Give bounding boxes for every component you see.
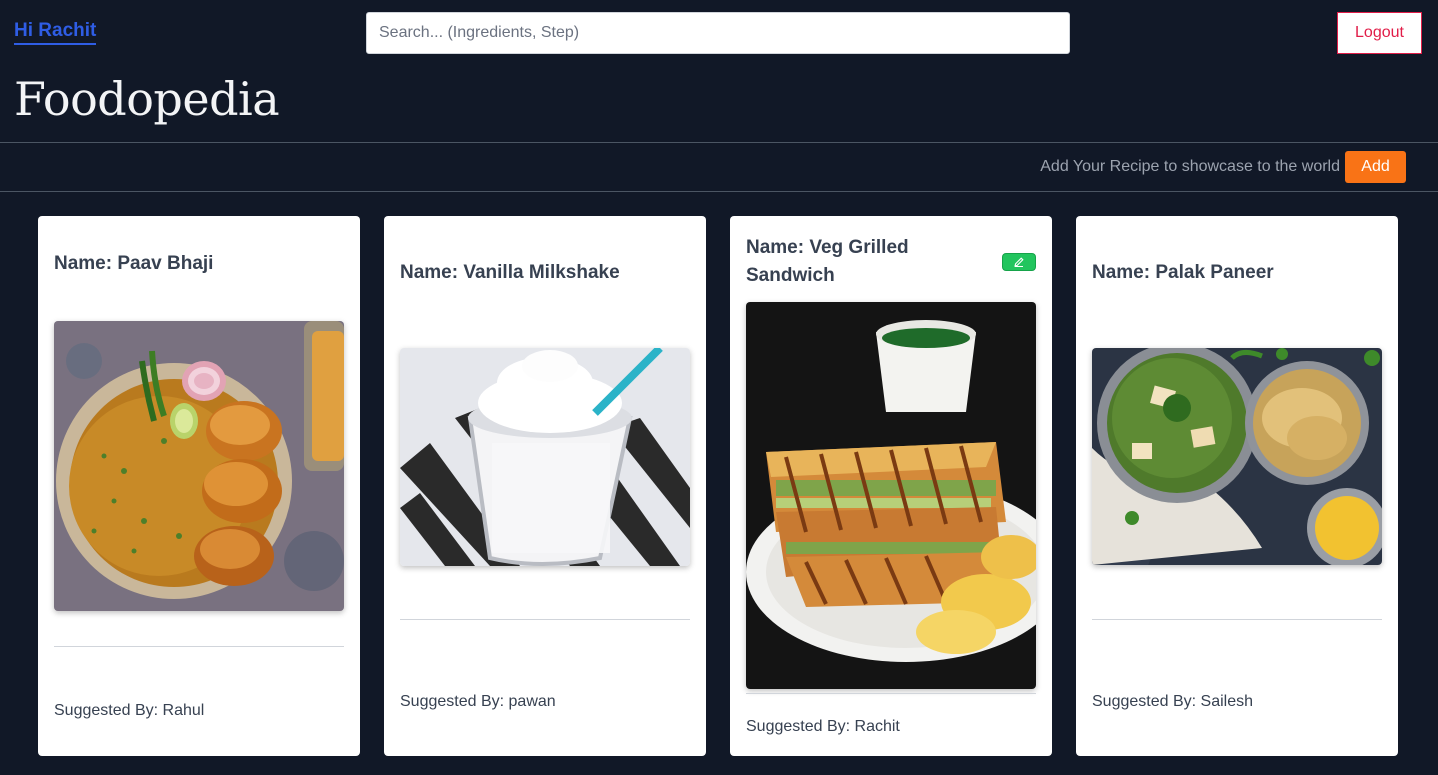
pencil-icon <box>1014 257 1024 267</box>
veg-grilled-sandwich-photo <box>746 302 1036 689</box>
palak-paneer-photo <box>1092 348 1382 565</box>
recipe-title: Name: Vanilla Milkshake <box>400 262 620 283</box>
card-divider <box>746 693 1036 694</box>
greeting-link[interactable]: Hi Rachit <box>14 20 97 45</box>
recipe-card[interactable]: Name: Veg Grilled Sandwich Suggested By:… <box>730 216 1052 756</box>
suggested-by: Suggested By: Rahul <box>54 702 205 719</box>
card-divider <box>400 619 690 620</box>
recipe-title: Name: Veg Grilled Sandwich <box>746 237 909 286</box>
logout-button[interactable]: Logout <box>1337 12 1422 54</box>
vanilla-milkshake-photo <box>400 348 690 566</box>
recipe-card[interactable]: Name: Paav Bhaji Suggested By: Rahul <box>38 216 360 756</box>
recipe-card[interactable]: Name: Palak Paneer Suggested By: Sailesh <box>1076 216 1398 756</box>
recipe-card[interactable]: Name: Vanilla Milkshake Suggested By: pa… <box>384 216 706 756</box>
recipe-title: Name: Palak Paneer <box>1092 262 1274 283</box>
suggested-by: Suggested By: Rachit <box>746 718 900 735</box>
search-input[interactable] <box>366 12 1070 54</box>
paav-bhaji-photo <box>54 321 344 611</box>
top-header: Hi Rachit Logout Foodopedia <box>0 0 1438 142</box>
suggested-by: Suggested By: Sailesh <box>1092 693 1253 710</box>
card-divider <box>1092 619 1382 620</box>
recipe-title: Name: Paav Bhaji <box>54 253 214 274</box>
add-recipe-text: Add Your Recipe to showcase to the world <box>1040 158 1340 175</box>
suggested-by: Suggested By: pawan <box>400 693 556 710</box>
add-recipe-button[interactable]: Add <box>1345 151 1406 183</box>
card-divider <box>54 646 344 647</box>
edit-button[interactable] <box>1002 253 1036 271</box>
add-recipe-bar: Add Your Recipe to showcase to the world… <box>0 142 1438 192</box>
brand-title: Foodopedia <box>14 72 280 126</box>
